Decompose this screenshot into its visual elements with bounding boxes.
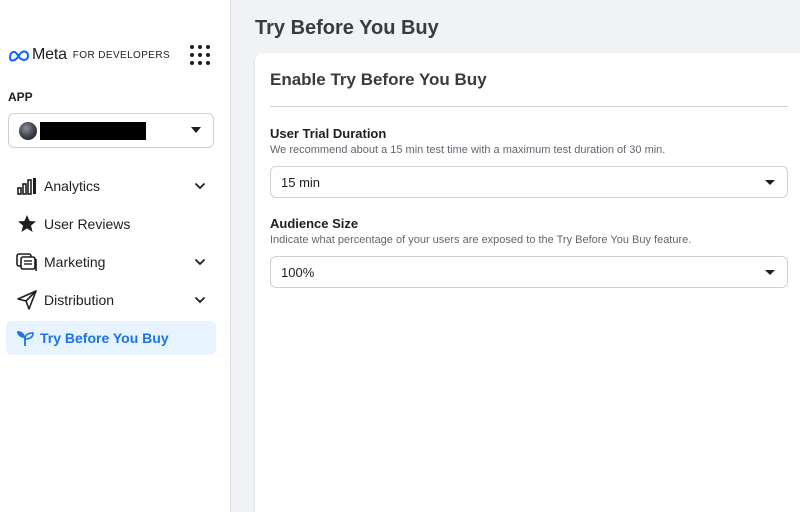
star-icon xyxy=(16,213,38,235)
dropdown-caret-icon xyxy=(765,180,775,185)
app-selector[interactable] xyxy=(8,113,214,148)
brand-subtitle: FOR DEVELOPERS xyxy=(73,50,170,61)
dropdown-caret-icon xyxy=(765,270,775,275)
nav-item-marketing[interactable]: Marketing xyxy=(6,245,216,279)
nav-label: Try Before You Buy xyxy=(40,330,169,346)
dropdown-caret-icon xyxy=(191,127,201,133)
nav-item-analytics[interactable]: Analytics xyxy=(6,169,216,203)
trial-duration-select[interactable]: 15 min xyxy=(270,166,788,198)
divider xyxy=(270,106,788,107)
chevron-down-icon xyxy=(194,180,206,192)
trial-duration-value: 15 min xyxy=(281,175,320,190)
nav-label: Analytics xyxy=(44,178,100,194)
settings-card: Enable Try Before You Buy User Trial Dur… xyxy=(255,53,800,512)
meta-logo-icon xyxy=(8,48,30,62)
audience-size-description: Indicate what percentage of your users a… xyxy=(270,234,691,246)
nav-item-user-reviews[interactable]: User Reviews xyxy=(6,207,216,241)
sidebar: Meta FOR DEVELOPERS APP Analytics xyxy=(0,0,231,512)
trial-duration-label: User Trial Duration xyxy=(270,126,386,141)
apps-grid-icon[interactable] xyxy=(190,45,212,67)
trial-duration-description: We recommend about a 15 min test time wi… xyxy=(270,144,665,156)
page-title: Try Before You Buy xyxy=(255,17,439,40)
app-section-label: APP xyxy=(8,90,33,104)
nav-label: Distribution xyxy=(44,292,114,308)
megaphone-icon xyxy=(16,251,38,273)
nav-item-try-before-you-buy[interactable]: Try Before You Buy xyxy=(6,321,216,355)
nav-label: User Reviews xyxy=(44,216,130,232)
audience-size-value: 100% xyxy=(281,265,314,280)
chevron-down-icon xyxy=(194,294,206,306)
audience-size-label: Audience Size xyxy=(270,216,358,231)
nav-item-distribution[interactable]: Distribution xyxy=(6,283,216,317)
paper-plane-icon xyxy=(16,289,38,311)
audience-size-select[interactable]: 100% xyxy=(270,256,788,288)
bar-chart-icon xyxy=(16,175,38,197)
chevron-down-icon xyxy=(194,256,206,268)
app-avatar xyxy=(19,122,37,140)
nav-label: Marketing xyxy=(44,254,105,270)
brand[interactable]: Meta FOR DEVELOPERS xyxy=(8,44,170,66)
card-title: Enable Try Before You Buy xyxy=(270,70,487,90)
sprout-icon xyxy=(14,327,36,349)
brand-name: Meta xyxy=(32,46,67,64)
app-name-redacted xyxy=(40,122,146,140)
